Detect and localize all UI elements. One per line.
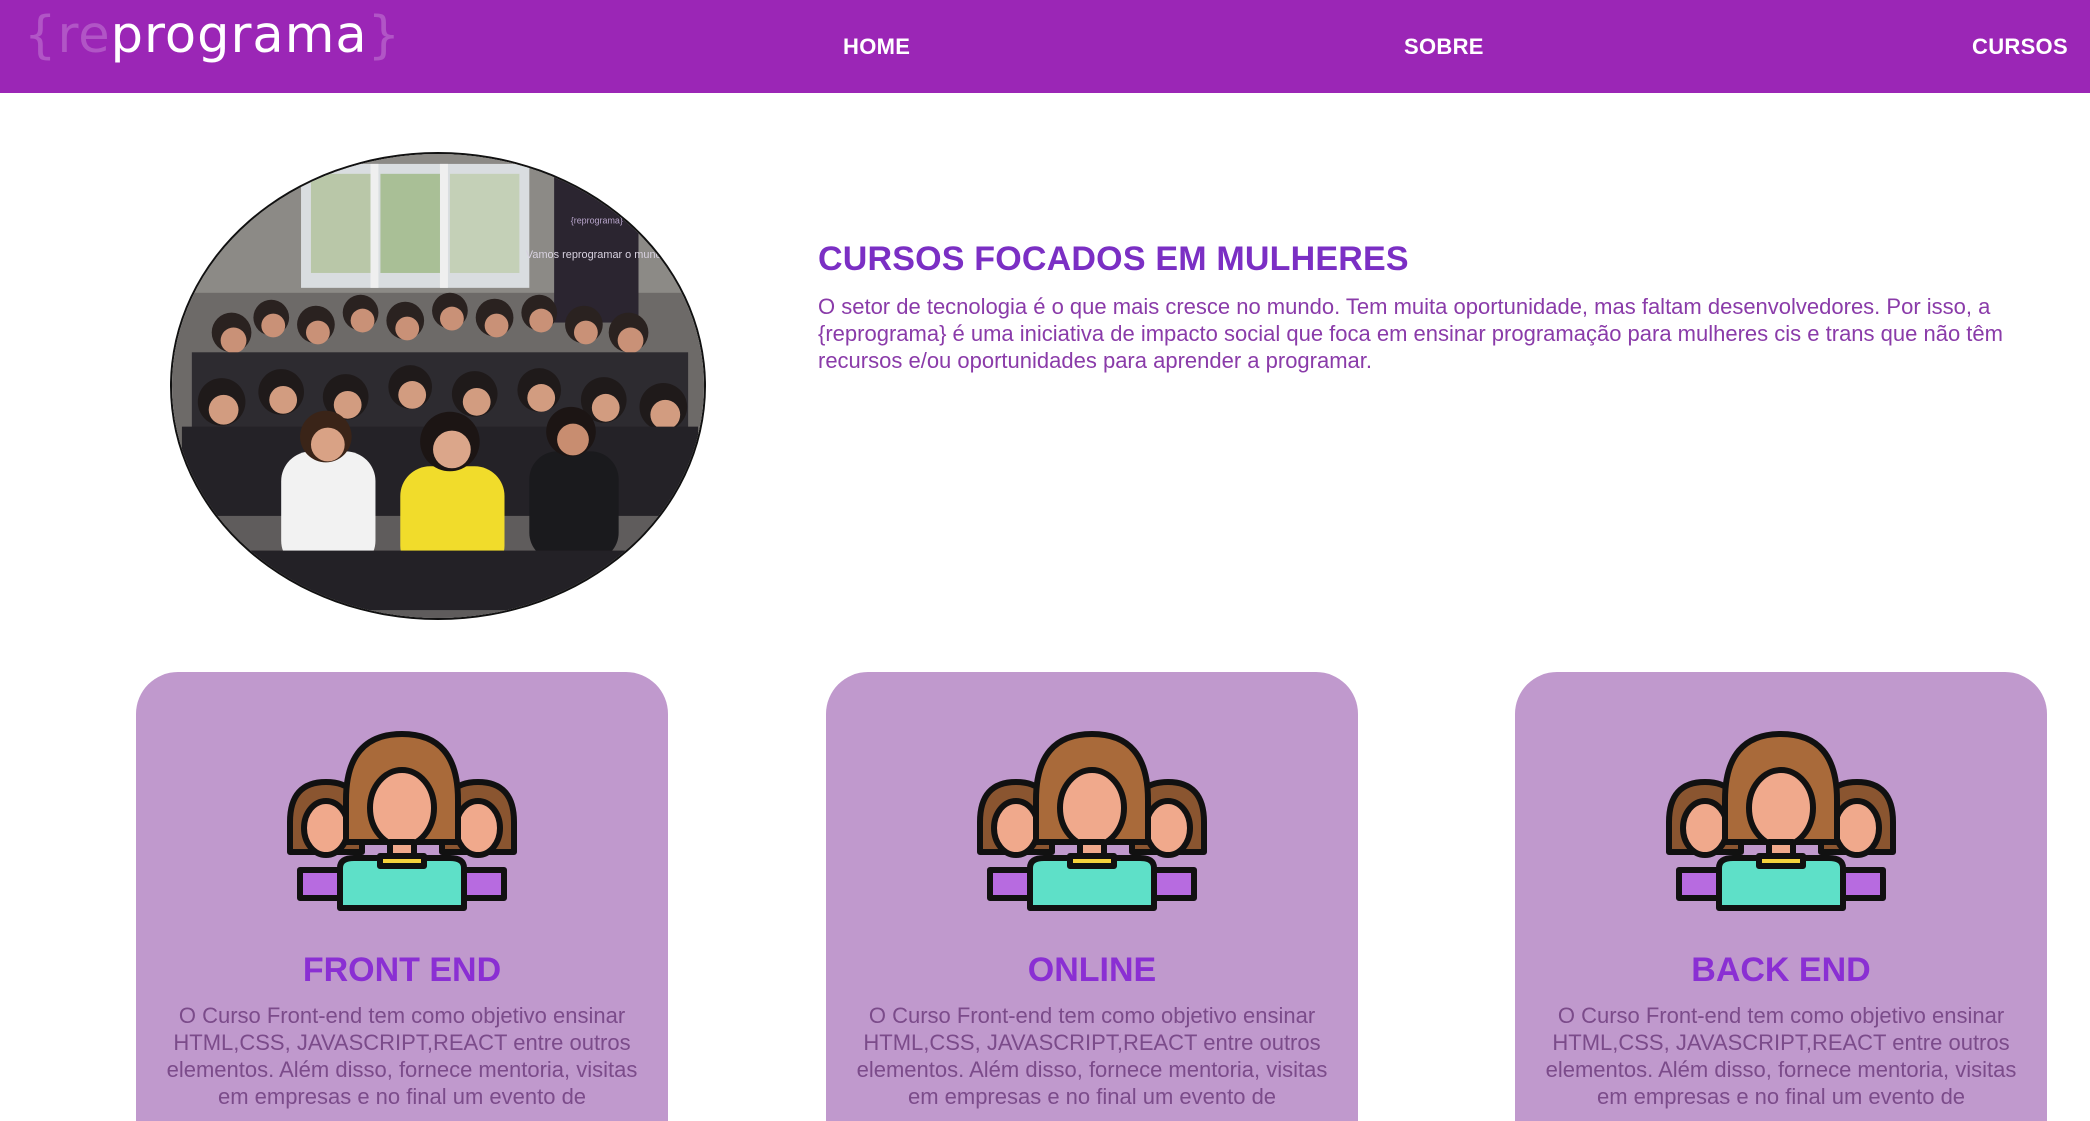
course-description: O Curso Front-end tem como objetivo ensi… xyxy=(856,1003,1328,1109)
nav-cursos-link[interactable]: CURSOS xyxy=(1972,34,2068,60)
course-card-online[interactable]: ONLINE O Curso Front-end tem como objeti… xyxy=(826,672,1358,1121)
women-group-icon xyxy=(282,730,522,914)
photo-banner-text: Vamos reprogramar o mundo xyxy=(526,249,668,261)
women-group-icon xyxy=(972,730,1212,914)
course-title: ONLINE xyxy=(1027,951,1157,989)
nav-home-link[interactable]: HOME xyxy=(843,34,910,60)
hero-description: O setor de tecnologia é o que mais cresc… xyxy=(818,294,2003,373)
course-card-front-end[interactable]: FRONT END O Curso Front-end tem como obj… xyxy=(136,672,668,1121)
photo-banner-brand: {reprograma} xyxy=(571,215,623,225)
nav-sobre-link[interactable]: SOBRE xyxy=(1404,34,1484,60)
course-title: BACK END xyxy=(1691,951,1871,989)
logo-main: programa xyxy=(110,6,368,65)
logo-prefix: {re xyxy=(24,6,111,65)
group-photo: Vamos reprogramar o mundo {reprograma} xyxy=(170,152,706,620)
course-description: O Curso Front-end tem como objetivo ensi… xyxy=(1545,1003,2017,1109)
course-title: FRONT END xyxy=(302,951,502,989)
women-group-icon xyxy=(1661,730,1901,914)
hero-title: CURSOS FOCADOS EM MULHERES xyxy=(818,240,1409,278)
logo-suffix: } xyxy=(367,6,402,65)
course-description: O Curso Front-end tem como objetivo ensi… xyxy=(166,1003,638,1109)
top-navbar: {reprograma} HOME SOBRE CURSOS xyxy=(0,0,2090,93)
reprograma-logo[interactable]: {reprograma} xyxy=(24,6,401,66)
course-card-back-end[interactable]: BACK END O Curso Front-end tem como obje… xyxy=(1515,672,2047,1121)
group-photo-illustration: Vamos reprogramar o mundo {reprograma} xyxy=(172,154,704,618)
